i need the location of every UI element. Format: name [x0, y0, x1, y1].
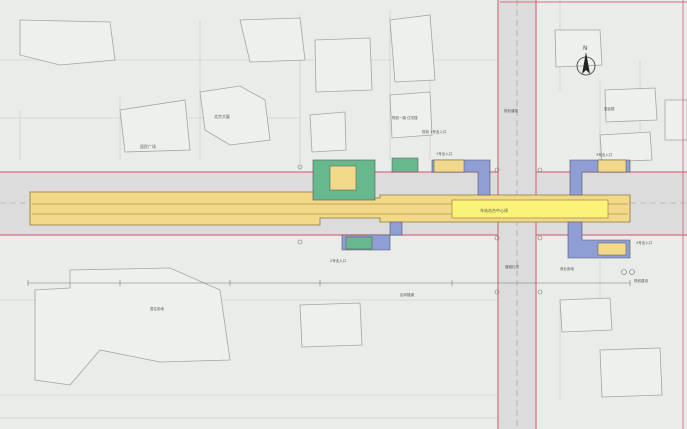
label-cross-north: 规划道路: [504, 108, 518, 113]
entrance-north-mid-stair: [329, 165, 357, 191]
platform: [451, 199, 609, 219]
entrance-1-stair: [433, 159, 465, 173]
label-block-sw: 居住用地: [150, 306, 164, 311]
entrance-2-stair: [345, 236, 373, 250]
entrance-3-stair: [597, 159, 627, 173]
label-block-nw2: 居民广场: [140, 143, 156, 149]
station-label: 车站站台中心线: [480, 207, 508, 213]
station-plan-map: 车站站台中心线 N 北京大厦 居民广场 规划一路 住宅楼 规划 1号出入口 1号…: [0, 0, 687, 429]
label-sign-north-mid: 规划一路 住宅楼: [392, 115, 418, 120]
label-entrance-2: 2号出入口: [330, 258, 347, 263]
label-entrance-1: 1号出入口: [436, 151, 453, 156]
label-note-road: 道路红线: [505, 264, 519, 269]
label-block-ne: 居民楼: [604, 106, 615, 111]
north-label: N: [583, 45, 588, 52]
label-sign-mid-center: 规划 1号出入口: [422, 129, 447, 134]
label-entrance-4: 4号出入口: [636, 240, 653, 245]
label-note-se: 规划建设: [634, 278, 648, 283]
label-block-nw: 北京大厦: [214, 113, 230, 119]
label-entrance-3: 3号出入口: [596, 152, 613, 157]
entrance-4-stair: [597, 242, 627, 256]
entrance-north-mid-green-2: [391, 157, 419, 173]
label-block-se: 商业用地: [560, 266, 574, 271]
label-scale-south: 区间隧道: [400, 292, 414, 297]
